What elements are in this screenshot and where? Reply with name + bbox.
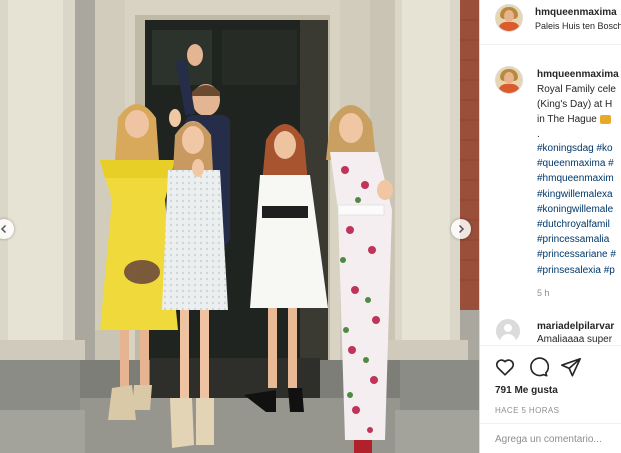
likes-count[interactable]: 791 Me gusta (495, 385, 558, 396)
comment-text: Amaliaaaa super (537, 334, 613, 345)
add-comment-placeholder: Agrega un comentario... (495, 434, 602, 445)
hashtag-link[interactable]: #kingwillemalexa (537, 187, 616, 202)
post-header: hmqueenmaxima Paleis Huis ten Bosch (480, 0, 621, 45)
family-photo-illustration (0, 0, 479, 453)
caption-line: in The Hague (537, 112, 621, 127)
post-actions: 791 Me gusta HACE 5 HORAS Agrega un come… (480, 345, 621, 453)
instagram-post: hmqueenmaxima Paleis Huis ten Bosch hmqu… (0, 0, 621, 453)
hashtag-link[interactable]: #princessamalia (537, 232, 616, 247)
hashtag-link[interactable]: #dutchroyalfamil (537, 217, 616, 232)
post-date[interactable]: HACE 5 HORAS (495, 406, 559, 415)
chevron-right-icon (458, 224, 465, 234)
caption-username[interactable]: hmqueenmaxima (537, 69, 619, 80)
commenter-avatar[interactable] (496, 319, 520, 343)
hashtag-link[interactable]: #hmqueenmaxim (537, 171, 616, 186)
hashtag-link[interactable]: #koningwillemale (537, 202, 616, 217)
author-avatar[interactable] (496, 5, 522, 31)
add-comment-field[interactable]: Agrega un comentario... (480, 423, 621, 453)
post-photo[interactable] (0, 0, 479, 453)
post-location[interactable]: Paleis Huis ten Bosch (535, 21, 621, 31)
hashtag-list: #koningsdag #ko #queenmaxima # #hmqueenm… (537, 141, 616, 278)
caption-line: (King's Day) at H (537, 99, 613, 110)
caption-dot: . (537, 129, 540, 140)
chevron-left-icon (0, 224, 7, 234)
caption-line: Royal Family cele (537, 84, 616, 95)
hashtag-link[interactable]: #princessariane # (537, 247, 616, 262)
next-photo-button[interactable] (451, 219, 471, 239)
caption-time-ago[interactable]: 5 h (537, 288, 550, 298)
hashtag-link[interactable]: #prinsesalexia #p (537, 263, 616, 278)
paper-plane-icon[interactable] (560, 356, 582, 378)
author-username[interactable]: hmqueenmaxima (535, 7, 617, 18)
post-side-panel: hmqueenmaxima Paleis Huis ten Bosch hmqu… (479, 0, 621, 453)
caption-text: Royal Family cele (King's Day) at H in T… (537, 82, 621, 142)
comment-bubble-icon[interactable] (527, 356, 549, 378)
commenter-username[interactable]: mariadelpilarvar (537, 321, 614, 332)
comments-area: hmqueenmaxima Royal Family cele (King's … (480, 45, 621, 345)
heart-icon[interactable] (494, 356, 516, 378)
hashtag-link[interactable]: #koningsdag #ko (537, 141, 616, 156)
caption-author-avatar[interactable] (496, 67, 522, 93)
crown-emoji-icon (599, 114, 611, 124)
hashtag-link[interactable]: #queenmaxima # (537, 156, 616, 171)
